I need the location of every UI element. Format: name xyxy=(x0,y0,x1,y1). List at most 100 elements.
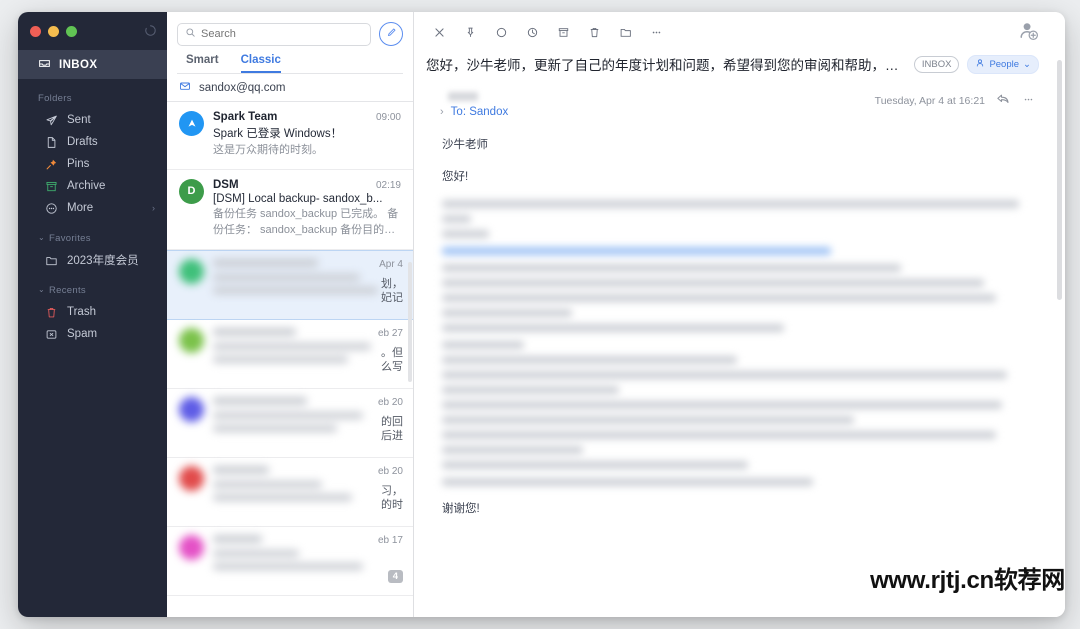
status-badge-inbox[interactable]: INBOX xyxy=(913,55,960,73)
archive-button[interactable] xyxy=(550,19,576,45)
spark-mail-window: INBOX Folders Sent Drafts Pins Archive M… xyxy=(18,12,1065,617)
search-box[interactable] xyxy=(177,22,371,46)
list-item-redacted-content xyxy=(179,327,401,378)
traffic-lights[interactable] xyxy=(30,25,77,37)
archive-icon xyxy=(44,179,58,193)
list-item-sender: DSM xyxy=(213,178,239,191)
sidebar-item-inbox-label: INBOX xyxy=(59,58,98,71)
list-item-time: Apr 4 xyxy=(379,258,403,270)
refresh-icon[interactable] xyxy=(144,24,157,37)
envelope-icon xyxy=(179,80,191,95)
body-closing: 谢谢您! xyxy=(442,503,480,515)
close-window-button[interactable] xyxy=(30,25,41,37)
sidebar-item-2023-members[interactable]: 2023年度会员 xyxy=(18,249,167,271)
avatar xyxy=(179,534,204,560)
message-header: › To: Sandox Tuesday, Apr 4 at 16:21 xyxy=(414,84,1065,118)
sidebar-section-folders: Folders xyxy=(18,79,167,109)
tab-smart[interactable]: Smart xyxy=(186,54,219,73)
sidebar-item-drafts-label: Drafts xyxy=(67,136,98,148)
email-list-scrollbar[interactable] xyxy=(408,262,412,382)
pin-button[interactable] xyxy=(457,19,483,45)
body-redacted-block xyxy=(442,264,1031,332)
minimize-window-button[interactable] xyxy=(48,25,59,37)
list-item-preview: 这是万众期待的时刻。 xyxy=(213,144,323,156)
list-item-redacted-content xyxy=(179,465,401,516)
sidebar-section-favorites[interactable]: ⌄ Favorites xyxy=(18,219,167,249)
more-options-button[interactable] xyxy=(643,19,669,45)
list-item[interactable]: D DSM 02:19 [DSM] Local backup- sandox_b… xyxy=(167,169,413,250)
search-input[interactable] xyxy=(201,28,363,40)
list-item[interactable]: eb 17 4 xyxy=(167,526,413,596)
account-row[interactable]: sandox@qq.com xyxy=(167,74,413,102)
status-badge-people-label: People xyxy=(989,58,1020,70)
zoom-window-button[interactable] xyxy=(66,25,77,37)
sidebar-item-sent[interactable]: Sent xyxy=(18,109,167,131)
sidebar-section-recents[interactable]: ⌄ Recents xyxy=(18,271,167,301)
list-item-preview-tail: 习， 的时 xyxy=(381,484,403,513)
snooze-button[interactable] xyxy=(519,19,545,45)
sidebar-item-spam[interactable]: Spam xyxy=(18,323,167,345)
sidebar-item-archive[interactable]: Archive xyxy=(18,175,167,197)
chevron-down-icon: ⌄ xyxy=(38,285,46,294)
list-item[interactable]: eb 20 的回 后进 xyxy=(167,388,413,458)
move-to-folder-button[interactable] xyxy=(612,19,638,45)
expand-chevron-icon[interactable]: › xyxy=(440,106,444,118)
avatar xyxy=(179,327,204,353)
body-greeting-name: 沙牛老师 xyxy=(442,139,488,151)
list-tabs: Smart Classic xyxy=(177,46,403,74)
mark-unread-button[interactable] xyxy=(488,19,514,45)
sidebar-item-inbox[interactable]: INBOX xyxy=(18,50,167,79)
body-redacted-link[interactable] xyxy=(442,247,1031,255)
sidebar-item-2023-members-label: 2023年度会员 xyxy=(67,255,139,267)
list-item[interactable]: Apr 4 划， 妃记 xyxy=(167,249,413,320)
list-item-subject: [DSM] Local backup- sandox_b... xyxy=(213,192,383,205)
reader-toolbar xyxy=(414,12,1065,52)
preview-tail-line: 的时 xyxy=(381,499,403,512)
tab-classic[interactable]: Classic xyxy=(240,54,281,73)
reader-scrollbar-thumb[interactable] xyxy=(1057,60,1062,300)
trash-icon xyxy=(44,305,58,319)
compose-button[interactable] xyxy=(379,22,403,46)
reply-icon[interactable] xyxy=(996,92,1011,109)
recipient-label: To: Sandox xyxy=(450,106,509,118)
watermark: www.rjtj.cn软荐网 xyxy=(870,567,1065,594)
sidebar-item-more[interactable]: More › xyxy=(18,197,167,219)
list-item[interactable]: eb 27 。但 么写 xyxy=(167,319,413,389)
sidebar-section-folders-label: Folders xyxy=(38,93,72,104)
person-icon xyxy=(975,58,985,71)
sidebar-item-spam-label: Spam xyxy=(67,328,98,340)
preview-tail-line: 的回 xyxy=(381,415,403,428)
ellipsis-circle-icon xyxy=(44,201,58,215)
sidebar-item-sent-label: Sent xyxy=(67,114,91,126)
folder-icon xyxy=(44,253,58,267)
close-button[interactable] xyxy=(426,19,452,45)
list-item-redacted-content xyxy=(179,534,401,585)
chevron-down-icon: ⌄ xyxy=(38,233,46,242)
list-item-time: eb 27 xyxy=(377,327,403,339)
avatar-initial: D xyxy=(187,185,196,198)
recipient-line[interactable]: › To: Sandox xyxy=(440,106,508,118)
preview-tail-line: 妃记 xyxy=(381,292,403,305)
status-badge-people[interactable]: People ⌄ xyxy=(967,54,1039,74)
window-titlebar xyxy=(18,12,167,50)
more-icon[interactable] xyxy=(1022,93,1035,109)
add-person-icon[interactable] xyxy=(1018,20,1039,41)
message-body: 沙牛老师 您好! 谢谢您! www.rjtj.cn软荐网 xyxy=(414,118,1065,617)
sidebar-item-trash[interactable]: Trash xyxy=(18,301,167,323)
sidebar-item-trash-label: Trash xyxy=(67,306,96,318)
delete-button[interactable] xyxy=(581,19,607,45)
pin-icon xyxy=(44,157,58,171)
paper-plane-icon xyxy=(44,113,58,127)
list-item[interactable]: eb 20 习， 的时 xyxy=(167,457,413,527)
reader-scrollbar[interactable] xyxy=(1056,60,1063,360)
sidebar: INBOX Folders Sent Drafts Pins Archive M… xyxy=(18,12,167,617)
sidebar-section-recents-label: Recents xyxy=(49,285,86,296)
chevron-down-icon: ⌄ xyxy=(1023,58,1031,70)
sidebar-item-pins[interactable]: Pins xyxy=(18,153,167,175)
sidebar-item-drafts[interactable]: Drafts xyxy=(18,131,167,153)
body-redacted-block xyxy=(442,478,1031,486)
preview-tail-line: 后进 xyxy=(381,430,403,443)
list-item[interactable]: Spark Team 09:00 Spark 已登录 Windows！ 这是万众… xyxy=(167,102,413,170)
inbox-icon xyxy=(38,57,51,73)
message-date: Tuesday, Apr 4 at 16:21 xyxy=(874,94,985,107)
